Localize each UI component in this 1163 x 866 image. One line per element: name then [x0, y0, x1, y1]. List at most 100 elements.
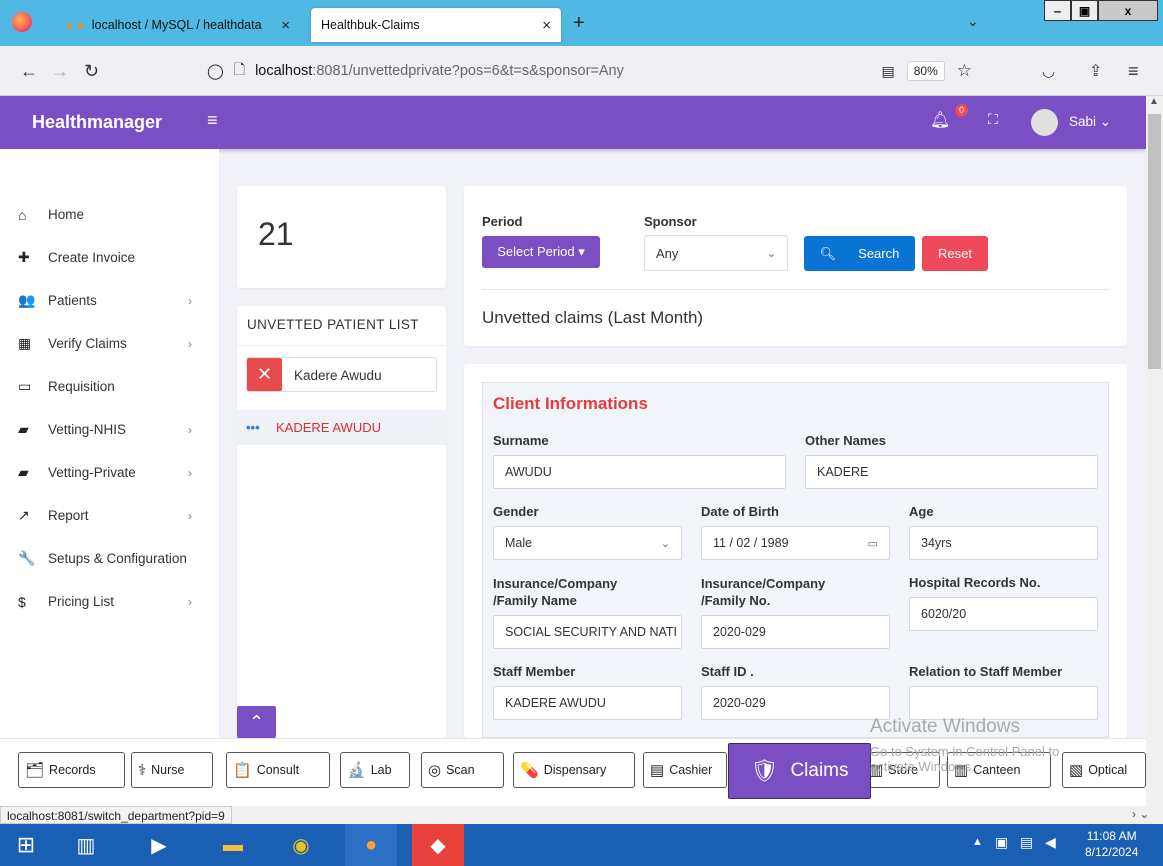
notification-badge: 0 [955, 104, 968, 117]
sidebar-item-verify-claims[interactable]: ▦ Verify Claims › [0, 322, 219, 365]
pocket-icon[interactable]: ◡ [1042, 46, 1055, 96]
sidebar-item-setups-configuration[interactable]: 🔧 Setups & Configuration [0, 537, 219, 580]
browser-nav-bar: ← → ↻ ◯ 🗋 localhost:8081/unvettedprivate… [0, 46, 1163, 96]
minimize-button[interactable]: ‒ [1044, 0, 1071, 21]
dept-optical-button[interactable]: ▧ Optical [1062, 752, 1146, 788]
insurance-no-field[interactable]: 2020-029 [701, 615, 890, 649]
firefox-icon[interactable]: ● [345, 824, 397, 866]
patient-name[interactable]: KADERE AWUDU [276, 420, 381, 435]
menu-icon[interactable]: ≡ [1128, 46, 1139, 96]
search-button[interactable]: 🔍︎ Search [804, 236, 915, 271]
sidebar-item-label: Pricing List [48, 594, 115, 609]
app-header: Healthmanager ≡ 🔔︎ 0 ⛶ Sabi ⌄ [0, 96, 1146, 149]
firefox-menu-icon[interactable] [12, 12, 32, 32]
tab-phpmyadmin[interactable]: ▲▲ localhost / MySQL / healthdata × [54, 8, 300, 42]
dob-field[interactable]: 11 / 02 / 1989 ▭ [701, 526, 890, 560]
gender-select[interactable]: Male ⌄ [493, 526, 682, 560]
powershell-icon[interactable]: ▶ [133, 824, 185, 866]
clear-search-button[interactable]: ✕ [247, 358, 282, 391]
tray-volume-icon[interactable]: ◀ [1045, 834, 1056, 851]
patient-search-value[interactable]: Kadere Awudu [294, 368, 382, 383]
dept-cashier-button[interactable]: ▤ Cashier [643, 752, 727, 788]
client-info-title: Client Informations [493, 394, 648, 413]
sidebar-item-vetting-nhis[interactable]: ▰ Vetting-NHIS › [0, 408, 219, 451]
hamburger-icon[interactable]: ≡ [207, 110, 218, 131]
dept-scan-button[interactable]: ◎ Scan [421, 752, 504, 788]
close-window-button[interactable]: x [1098, 0, 1158, 21]
dept-store-button[interactable]: ▥ Store [862, 752, 940, 788]
dept-lab-button[interactable]: 🔬 Lab [340, 752, 410, 788]
close-tab-icon[interactable]: × [542, 17, 551, 34]
period-label: Period [482, 214, 523, 229]
file-explorer-icon[interactable]: ▬ [207, 824, 259, 866]
tray-network-icon[interactable]: ▣ [995, 834, 1008, 851]
sponsor-select[interactable]: Any ⌄ [644, 235, 788, 271]
tray-clock[interactable]: 11:08 AM 8/12/2024 [1085, 828, 1138, 860]
bookmark-star-icon[interactable]: ☆ [957, 61, 972, 81]
anydesk-icon[interactable]: ◆ [412, 824, 464, 866]
sidebar-item-patients[interactable]: 👥 Patients › [0, 279, 219, 322]
insurance-name-field[interactable]: SOCIAL SECURITY AND NATI [493, 615, 682, 649]
other-names-field[interactable]: KADERE [805, 455, 1098, 489]
reader-view-icon[interactable]: ▤ [881, 63, 894, 80]
dept-canteen-button[interactable]: ▥ Canteen [947, 752, 1051, 788]
list-item[interactable]: ••• KADERE AWUDU [237, 410, 446, 445]
share-icon[interactable]: ⇪ [1089, 46, 1102, 96]
tray-monitor-icon[interactable]: ▤ [1020, 834, 1033, 851]
surname-field[interactable]: AWUDU [493, 455, 786, 489]
fullscreen-icon[interactable]: ⛶ [988, 111, 998, 128]
more-icon[interactable]: ••• [246, 420, 276, 435]
brand-logo[interactable]: Healthmanager [32, 96, 162, 149]
sidebar-item-report[interactable]: ↗ Report › [0, 494, 219, 537]
new-tab-button[interactable]: + [573, 12, 585, 35]
tab-healthbuk-claims[interactable]: Healthbuk-Claims × [311, 8, 561, 42]
dept-claims-button[interactable]: 🛡 Claims [728, 743, 871, 799]
taskbar: ⊞ ▥ ▶ ▬ ◉ ● ◆ ▲ ▣ ▤ ◀ 11:08 AM 8/12/2024 [0, 824, 1163, 866]
avatar[interactable] [1031, 109, 1058, 136]
scrollbar-thumb[interactable] [1148, 114, 1161, 369]
notification-bell-icon[interactable]: 🔔︎ [930, 110, 950, 130]
dept-dispensary-button[interactable]: 💊 Dispensary [513, 752, 635, 788]
scroll-top-button[interactable]: ⌃ [237, 706, 276, 738]
sidebar-item-label: Verify Claims [48, 336, 127, 351]
forward-icon[interactable]: → [51, 46, 69, 96]
sidebar-item-create-invoice[interactable]: ✚ Create Invoice [0, 236, 219, 279]
sidebar-item-requisition[interactable]: ▭ Requisition [0, 365, 219, 408]
zoom-level[interactable]: 80% [906, 61, 945, 81]
dept-nurse-button[interactable]: ⚕ Nurse [131, 752, 213, 788]
sidebar-item-pricing-list[interactable]: $ Pricing List › [0, 580, 219, 623]
records-no-field[interactable]: 6020/20 [909, 597, 1098, 631]
server-manager-icon[interactable]: ▥ [60, 824, 112, 866]
staff-id-field[interactable]: 2020-029 [701, 686, 890, 720]
pill-icon: 💊 [520, 762, 539, 779]
back-icon[interactable]: ← [20, 46, 38, 96]
select-period-button[interactable]: Select Period ▾ [482, 236, 600, 268]
sidebar-item-vetting-private[interactable]: ▰ Vetting-Private › [0, 451, 219, 494]
search-label: Search [858, 246, 900, 261]
list-tabs-icon[interactable]: ⌄ [967, 13, 979, 30]
age-field[interactable]: 34yrs [909, 526, 1098, 560]
reload-icon[interactable]: ↻ [84, 46, 99, 96]
tray-chevron-icon[interactable]: ▲ [972, 836, 983, 848]
reset-button[interactable]: Reset [922, 236, 988, 271]
dept-records-button[interactable]: 🗂 Records [18, 752, 125, 788]
relation-field[interactable] [909, 686, 1098, 720]
maximize-button[interactable]: ▣ [1071, 0, 1098, 21]
address-bar[interactable]: ◯ 🗋 localhost:8081/unvettedprivate?pos=6… [207, 53, 972, 89]
sidebar-item-home[interactable]: ⌂ Home [0, 193, 219, 236]
shield-icon[interactable]: ◯ [207, 62, 224, 80]
dept-consult-button[interactable]: 📋 Consult [226, 752, 330, 788]
records-no-label: Hospital Records No. [909, 575, 1041, 590]
scroll-up-icon[interactable]: ▲ [1149, 96, 1159, 107]
chrome-icon[interactable]: ◉ [275, 824, 327, 866]
staff-member-field[interactable]: KADERE AWUDU [493, 686, 682, 720]
scroll-right-icon[interactable]: › ⌄ [1132, 807, 1149, 821]
calendar-icon[interactable]: ▭ [868, 537, 878, 550]
windows-start-icon[interactable]: ⊞ [0, 824, 52, 866]
sponsor-label: Sponsor [644, 214, 697, 229]
chevron-down-icon: ⌄ [766, 247, 776, 260]
dept-label: Records [49, 763, 96, 777]
close-tab-icon[interactable]: × [281, 17, 290, 34]
patient-search-box[interactable]: ✕ Kadere Awudu [246, 357, 437, 392]
user-menu[interactable]: Sabi ⌄ [1069, 114, 1111, 130]
